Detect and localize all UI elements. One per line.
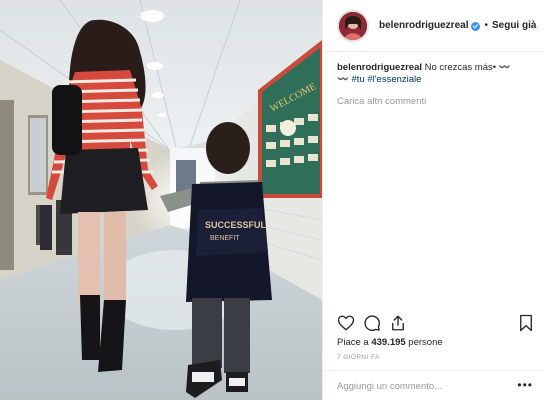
- school-hallway-image: WELCOME SUCCESSFUL BENEFIT: [0, 0, 322, 400]
- following-button[interactable]: Segui già: [492, 20, 536, 31]
- load-more-comments-link[interactable]: Carica altri commenti: [337, 96, 537, 107]
- post-header: belenrodriguezreal • Segui già: [323, 0, 544, 52]
- hashtag-essenziale[interactable]: #l'essenziale: [367, 74, 421, 85]
- likes-suffix: persone: [405, 337, 443, 348]
- heart-icon[interactable]: [337, 314, 355, 332]
- likes-prefix: Piace a: [337, 337, 372, 348]
- post-username[interactable]: belenrodriguezreal: [379, 20, 468, 31]
- add-comment-bar: •••: [323, 370, 544, 400]
- post-timestamp[interactable]: 7 GIORNI FA: [337, 354, 380, 361]
- caption-text: No crezcas más•: [424, 62, 499, 73]
- caption-emoji: 〰️: [337, 74, 349, 85]
- avatar[interactable]: [337, 9, 369, 42]
- verified-badge-icon: [471, 22, 481, 31]
- backpack-text-1: SUCCESSFUL: [205, 220, 267, 230]
- post-details-panel: belenrodriguezreal • Segui già belenrodr…: [322, 0, 544, 400]
- more-options-icon[interactable]: •••: [517, 379, 533, 391]
- share-icon[interactable]: [389, 314, 407, 332]
- avatar-image: [339, 11, 367, 40]
- caption-username[interactable]: belenrodriguezreal: [337, 62, 422, 73]
- post-photo[interactable]: WELCOME SUCCESSFUL BENEFIT: [0, 0, 322, 400]
- caption-emoji: 〰️: [498, 62, 511, 73]
- likes-count-text[interactable]: Piace a 439.195 persone: [337, 337, 443, 348]
- bookmark-icon[interactable]: [517, 314, 535, 332]
- post-caption: belenrodriguezreal No crezcas más• 〰️ 〰️…: [337, 62, 537, 86]
- comment-input[interactable]: [337, 378, 507, 394]
- comment-icon[interactable]: [363, 314, 381, 332]
- post-actions: [337, 312, 537, 334]
- backpack-text-2: BENEFIT: [210, 235, 240, 242]
- hashtag-tu[interactable]: #tu: [351, 74, 364, 85]
- likes-number: 439.195: [371, 337, 406, 348]
- comments-section: belenrodriguezreal No crezcas más• 〰️ 〰️…: [337, 62, 537, 107]
- separator-dot: •: [484, 20, 488, 31]
